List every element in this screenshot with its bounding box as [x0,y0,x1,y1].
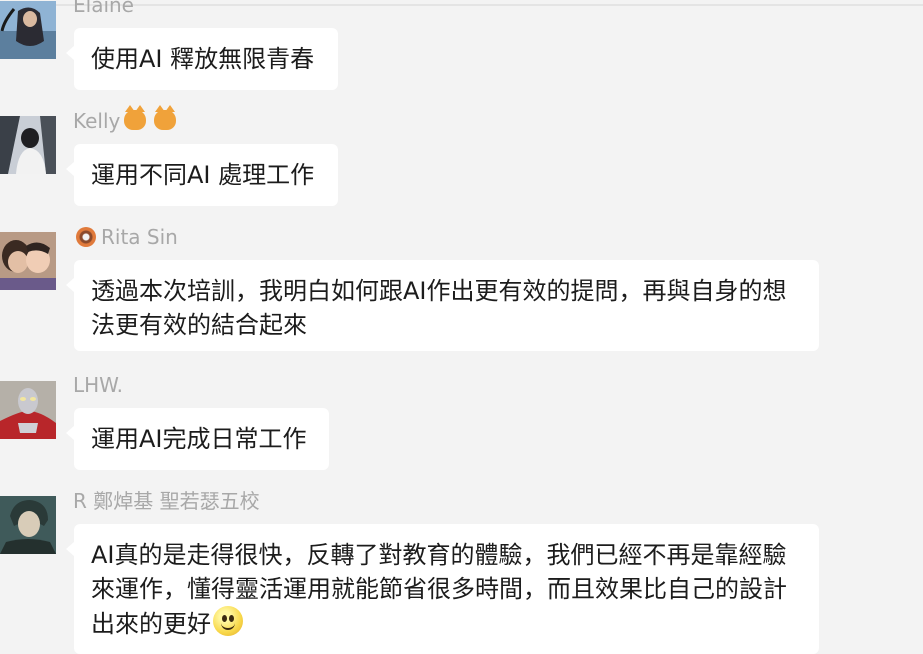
sender-name: Elaine [73,0,134,17]
avatar[interactable] [0,232,56,290]
sender-name: LHW. [73,373,124,397]
sender-name-text: Kelly [73,109,121,133]
sender-name-text: Rita Sin [101,225,178,249]
message-text: 使用AI 釋放無限青春 [91,45,315,73]
cat-face-icon [124,105,147,130]
message-bubble[interactable]: AI真的是走得很快，反轉了對教育的體驗，我們已經不再是靠經驗 來運作，懂得靈活運… [66,524,819,654]
sender-name: R 鄭焯基 聖若瑟五校 [73,489,260,513]
message-text-line-text: 出來的更好 [91,610,211,638]
smiling-face-icon [213,606,243,636]
message-text: 運用不同AI 處理工作 [91,161,315,189]
avatar[interactable] [0,381,56,439]
avatar[interactable] [0,496,56,554]
message-bubble[interactable]: 運用AI完成日常工作 [66,408,329,470]
avatar[interactable] [0,116,56,174]
avatar[interactable] [0,1,56,59]
message-text-line: AI真的是走得很快，反轉了對教育的體驗，我們已經不再是靠經驗 [91,541,787,569]
message-text-line: 來運作，懂得靈活運用就能節省很多時間，而且效果比自己的設計 [91,575,787,603]
top-divider [0,4,923,6]
sender-name: Kelly [73,105,177,134]
message-text-line: 法更有效的結合起來 [91,311,307,339]
sender-name: Rita Sin [76,224,178,250]
message-bubble[interactable]: 使用AI 釋放無限青春 [66,28,338,90]
donut-icon [76,227,96,247]
message-bubble[interactable]: 透過本次培訓，我明白如何跟AI作出更有效的提問，再與自身的想 法更有效的結合起來 [66,260,819,351]
message-text: 運用AI完成日常工作 [91,425,307,453]
message-bubble[interactable]: 運用不同AI 處理工作 [66,144,338,206]
cat-face-icon [154,105,177,130]
message-text-line: 出來的更好 [91,606,801,641]
message-text-line: 透過本次培訓，我明白如何跟AI作出更有效的提問，再與自身的想 [91,277,787,305]
